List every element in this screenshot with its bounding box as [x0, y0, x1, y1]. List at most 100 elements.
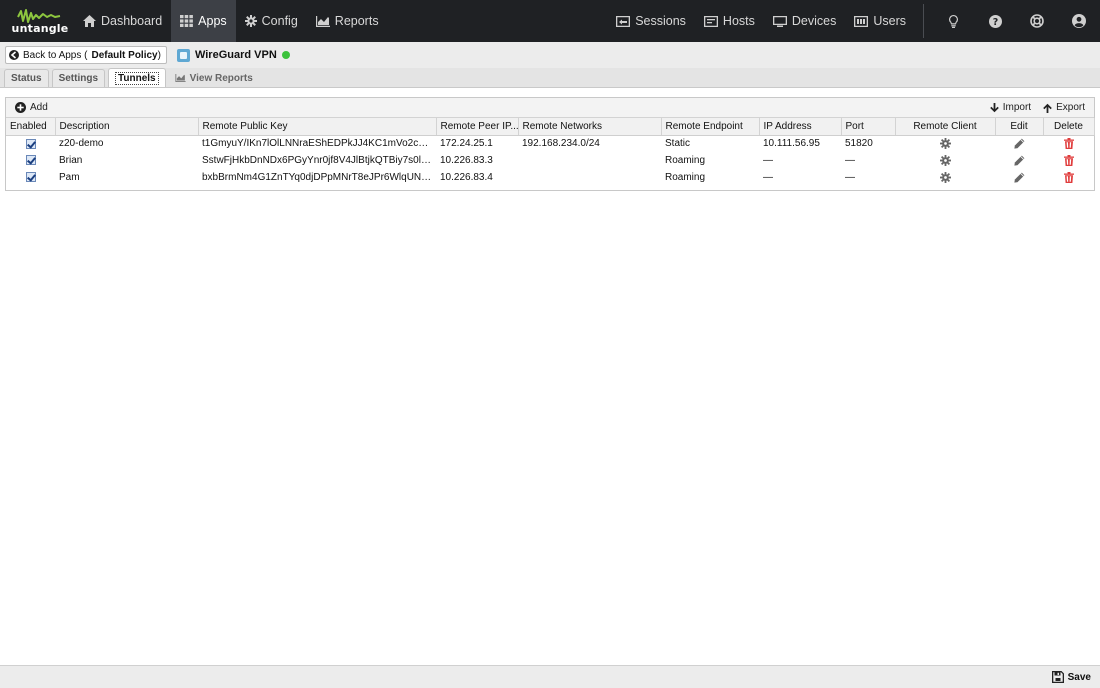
chart-icon: [315, 15, 330, 27]
tips-button[interactable]: [932, 0, 974, 42]
devices-icon: [772, 15, 787, 27]
import-button[interactable]: Import: [986, 102, 1035, 113]
endpoint-cell: Roaming: [665, 172, 706, 183]
nav-dashboard[interactable]: Dashboard: [74, 0, 171, 42]
nav-hosts-label: Hosts: [722, 14, 755, 28]
networks-cell: 192.168.234.0/24: [522, 138, 600, 150]
enabled-checkbox[interactable]: [25, 138, 36, 149]
reports-chart-icon: [175, 74, 186, 82]
ip-address-cell: 10.111.56.95: [763, 138, 820, 150]
enabled-checkbox[interactable]: [25, 155, 36, 166]
enabled-checkbox[interactable]: [25, 172, 36, 183]
col-description[interactable]: Description: [55, 118, 199, 136]
gear-icon: [244, 15, 257, 27]
col-remote-endpoint[interactable]: Remote Endpoint: [661, 118, 760, 136]
delete-cell: [1043, 135, 1094, 152]
col-port[interactable]: Port: [841, 118, 896, 136]
nav-users-label: Users: [873, 14, 906, 28]
peer-ip-cell: 10.226.83.3: [440, 155, 493, 166]
pencil-icon[interactable]: [1013, 138, 1025, 149]
arrow-down-icon: [989, 102, 999, 112]
port-cell: —: [845, 155, 855, 166]
remote-client-cell: [895, 169, 995, 186]
app-title: WireGuard VPN: [176, 48, 290, 62]
gear-icon[interactable]: [939, 138, 951, 150]
gear-icon[interactable]: [939, 171, 951, 183]
pencil-icon[interactable]: [1013, 155, 1025, 166]
home-icon: [83, 15, 96, 27]
help-icon: ?: [988, 14, 1002, 28]
arrow-up-icon: [1043, 103, 1052, 113]
port-cell: —: [845, 172, 855, 183]
edit-cell: [995, 169, 1043, 186]
nav-users[interactable]: Users: [845, 0, 915, 42]
trash-icon[interactable]: [1063, 171, 1074, 183]
remote-client-cell: [895, 152, 995, 169]
tab-status[interactable]: Status: [4, 69, 49, 87]
port-cell: 51820: [845, 138, 873, 150]
description-cell: Brian: [59, 155, 83, 166]
peer-ip-cell: 10.226.83.4: [440, 172, 493, 183]
view-reports-label: View Reports: [189, 72, 253, 84]
top-nav: untangle Dashboard Apps Config Reports S…: [0, 0, 1100, 42]
export-button[interactable]: Export: [1039, 102, 1089, 113]
endpoint-cell: Static: [665, 138, 691, 150]
remote-client-cell: [895, 135, 995, 152]
tunnels-grid-panel: Add Import Export Enabled Description Re…: [5, 97, 1095, 191]
back-to-apps-button[interactable]: Back to Apps (Default Policy): [5, 46, 167, 64]
export-label: Export: [1056, 102, 1085, 113]
col-remote-client[interactable]: Remote Client: [895, 118, 996, 136]
peer-ip-cell: 172.24.25.1: [440, 138, 493, 150]
col-enabled[interactable]: Enabled: [6, 118, 56, 136]
col-remote-peer-ip[interactable]: Remote Peer IP...: [436, 118, 519, 136]
account-button[interactable]: [1058, 0, 1100, 42]
nav-config[interactable]: Config: [236, 0, 307, 42]
view-reports-link[interactable]: View Reports: [169, 69, 259, 87]
trash-icon[interactable]: [1063, 154, 1074, 166]
apps-grid-icon: [180, 15, 194, 27]
col-remote-public-key[interactable]: Remote Public Key: [198, 118, 437, 136]
app-name: WireGuard VPN: [194, 49, 277, 61]
logo-text: untangle: [11, 21, 69, 35]
plus-circle-icon: [15, 102, 26, 113]
edit-cell: [995, 152, 1043, 169]
table-row: Brian SstwFjHkbDnNDx6PGyYnr0jf8V4JlBtjkQ…: [6, 152, 1094, 169]
table-row: z20-demo t1GmyuY/IKn7lOlLNNraEShEDPkJJ4K…: [6, 135, 1094, 152]
untangle-logo[interactable]: untangle: [0, 0, 74, 42]
save-button[interactable]: Save: [1051, 671, 1091, 683]
help-button[interactable]: ?: [974, 0, 1016, 42]
nav-apps-label: Apps: [198, 14, 227, 28]
ip-address-cell: —: [763, 155, 773, 166]
app-bar: Back to Apps (Default Policy) WireGuard …: [0, 42, 1100, 68]
grid-toolbar: Add Import Export: [6, 98, 1094, 118]
public-key-cell: bxbBrmNm4G1ZnTYq0djDPpMNrT8eJPr6WlqUNnaQ…: [202, 172, 436, 183]
tab-settings-label: Settings: [58, 73, 99, 84]
floppy-disk-icon: [1051, 671, 1064, 683]
support-icon: [1030, 14, 1044, 28]
nav-apps[interactable]: Apps: [171, 0, 236, 42]
nav-sessions[interactable]: Sessions: [607, 0, 695, 42]
ip-address-cell: —: [763, 172, 773, 183]
tab-bar: Status Settings Tunnels View Reports: [0, 68, 1100, 88]
back-label-policy: Default Policy: [91, 49, 158, 61]
add-button[interactable]: Add: [11, 102, 52, 113]
back-arrow-icon: [9, 50, 19, 60]
nav-reports[interactable]: Reports: [307, 0, 388, 42]
col-edit[interactable]: Edit: [995, 118, 1044, 136]
support-button[interactable]: [1016, 0, 1058, 42]
gear-icon[interactable]: [939, 154, 951, 166]
col-remote-networks[interactable]: Remote Networks: [518, 118, 662, 136]
enabled-cell: [6, 135, 55, 152]
nav-config-label: Config: [261, 14, 298, 28]
tab-settings[interactable]: Settings: [51, 69, 106, 87]
nav-devices[interactable]: Devices: [764, 0, 845, 42]
nav-sessions-label: Sessions: [635, 14, 686, 28]
col-ip-address[interactable]: IP Address: [759, 118, 842, 136]
nav-divider: [923, 4, 924, 38]
tab-tunnels[interactable]: Tunnels: [108, 68, 166, 87]
tunnels-table: Enabled Description Remote Public Key Re…: [6, 118, 1095, 186]
trash-icon[interactable]: [1063, 138, 1074, 150]
nav-hosts[interactable]: Hosts: [695, 0, 764, 42]
pencil-icon[interactable]: [1013, 172, 1025, 183]
col-delete[interactable]: Delete: [1043, 118, 1095, 136]
